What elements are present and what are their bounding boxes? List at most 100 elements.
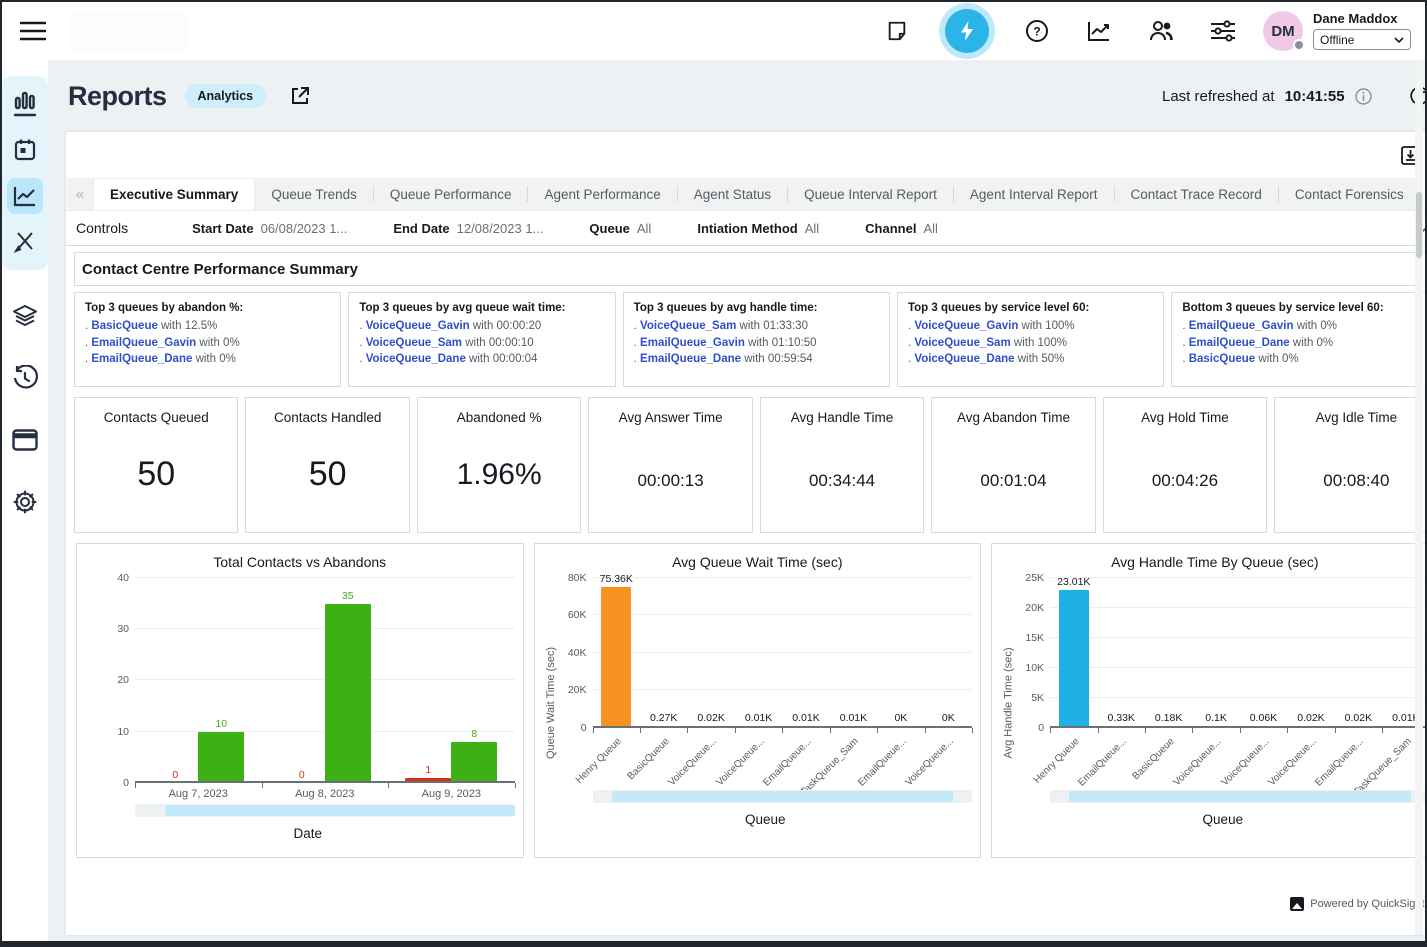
- queue-link[interactable]: VoiceQueue_Sam: [366, 337, 462, 349]
- chart-scrollbar-thumb[interactable]: [1069, 791, 1411, 802]
- queue-link[interactable]: EmailQueue_Dane: [640, 353, 741, 365]
- info-icon[interactable]: [1355, 88, 1372, 105]
- bar-value-label: 0.33K: [1107, 712, 1134, 724]
- x-category-label: EmailQueue...: [856, 736, 909, 789]
- control-label: Channel: [865, 221, 916, 236]
- status-select[interactable]: Offline: [1313, 29, 1411, 50]
- tab-agent-interval-report[interactable]: Agent Interval Report: [954, 178, 1114, 210]
- queue-link[interactable]: VoiceQueue_Gavin: [366, 320, 470, 332]
- svg-text:?: ?: [1033, 25, 1040, 39]
- tab-contact-trace-record[interactable]: Contact Trace Record: [1115, 178, 1278, 210]
- queue-link[interactable]: VoiceQueue_Sam: [914, 337, 1010, 349]
- bar[interactable]: [1059, 590, 1089, 728]
- x-category-label: VoiceQueue...: [904, 736, 956, 788]
- kpi-value: 50: [137, 455, 175, 494]
- sidebar-item-routing-pen-icon[interactable]: [7, 224, 43, 260]
- chart-horizontal-scrollbar[interactable]: [1050, 790, 1427, 803]
- hamburger-menu-icon[interactable]: [18, 16, 48, 46]
- status-value: Offline: [1320, 33, 1354, 47]
- summary-card-item: . VoiceQueue_Sam with 00:00:10: [359, 337, 604, 349]
- tabs-scroll-left-icon[interactable]: «: [67, 178, 93, 210]
- vertical-scrollbar[interactable]: [1415, 62, 1423, 935]
- queue-link[interactable]: EmailQueue_Gavin: [91, 337, 196, 349]
- help-icon[interactable]: ?: [1023, 17, 1051, 45]
- control-value: 06/08/2023 1...: [261, 221, 348, 236]
- queue-link[interactable]: VoiceQueue_Gavin: [914, 320, 1018, 332]
- y-tick-label: 15K: [1025, 632, 1044, 644]
- queue-link[interactable]: VoiceQueue_Dane: [914, 353, 1014, 365]
- y-tick-label: 80K: [568, 572, 587, 584]
- x-category-label: VoiceQueue...: [1219, 736, 1271, 788]
- sidebar-icon-group: [2, 76, 48, 270]
- tab-queue-interval-report[interactable]: Queue Interval Report: [788, 178, 953, 210]
- bar-value-label: 0.02K: [697, 712, 724, 724]
- sidebar-item-metrics-bar-chart-icon[interactable]: [7, 86, 43, 122]
- kpi-label: Contacts Queued: [104, 410, 209, 425]
- sidebar-item-layers-icon[interactable]: [7, 298, 43, 334]
- control-channel[interactable]: ChannelAll: [865, 221, 938, 236]
- performance-chart-icon[interactable]: [1085, 17, 1113, 45]
- queue-link[interactable]: EmailQueue_Gavin: [1189, 320, 1294, 332]
- control-start-date[interactable]: Start Date06/08/2023 1...: [192, 221, 347, 236]
- charts-row: Total Contacts vs Abandons01020304001003…: [76, 543, 1427, 858]
- queue-link[interactable]: VoiceQueue_Sam: [640, 320, 736, 332]
- status-dot: [1293, 39, 1305, 51]
- chart-scrollbar-thumb[interactable]: [612, 791, 954, 802]
- tab-executive-summary[interactable]: Executive Summary: [93, 178, 255, 210]
- sidebar-item-window-icon[interactable]: [7, 422, 43, 458]
- vertical-scrollbar-thumb[interactable]: [1416, 192, 1422, 258]
- y-tick-label: 10: [117, 726, 129, 738]
- tab-queue-performance[interactable]: Queue Performance: [374, 178, 528, 210]
- sidebar-item-history-icon[interactable]: [7, 360, 43, 396]
- bar-slot: 18: [388, 578, 515, 783]
- queue-link[interactable]: EmailQueue_Gavin: [640, 337, 745, 349]
- x-category-label: Aug 9, 2023: [388, 783, 515, 800]
- agents-icon[interactable]: [1147, 17, 1175, 45]
- avatar[interactable]: DM: [1263, 11, 1303, 51]
- x-category-label: BasicQueue: [625, 736, 671, 782]
- analytics-badge[interactable]: Analytics: [185, 84, 267, 108]
- sidebar-item-calendar-icon[interactable]: [7, 132, 43, 168]
- control-label: Queue: [589, 221, 629, 236]
- bar[interactable]: [325, 604, 371, 783]
- sidebar-item-settings-gear-icon[interactable]: [7, 484, 43, 520]
- queue-link[interactable]: EmailQueue_Dane: [91, 353, 192, 365]
- bar[interactable]: [451, 742, 497, 783]
- x-category-label: Aug 8, 2023: [262, 783, 389, 800]
- x-category-label: VoiceQueue...: [714, 736, 766, 788]
- control-queue[interactable]: QueueAll: [589, 221, 651, 236]
- control-value: 12/08/2023 1...: [457, 221, 544, 236]
- bar[interactable]: [198, 732, 244, 783]
- page-title: Reports: [68, 81, 167, 112]
- kpi-label: Abandoned %: [457, 410, 542, 425]
- control-end-date[interactable]: End Date12/08/2023 1...: [393, 221, 543, 236]
- chart-horizontal-scrollbar[interactable]: [593, 790, 973, 803]
- tab-queue-trends[interactable]: Queue Trends: [255, 178, 373, 210]
- notes-icon[interactable]: [883, 17, 911, 45]
- tab-contact-forensics[interactable]: Contact Forensics: [1279, 178, 1420, 210]
- summary-card: Bottom 3 queues by service level 60:. Em…: [1171, 292, 1427, 387]
- preferences-sliders-icon[interactable]: [1209, 17, 1237, 45]
- open-external-icon[interactable]: [286, 82, 314, 110]
- tab-agent-performance[interactable]: Agent Performance: [528, 178, 676, 210]
- summary-card-item: . EmailQueue_Gavin with 0%: [1182, 320, 1427, 332]
- queue-link[interactable]: EmailQueue_Dane: [1189, 337, 1290, 349]
- queue-link[interactable]: BasicQueue: [1189, 353, 1255, 365]
- chart-avg-queue-wait-time-sec-: Avg Queue Wait Time (sec)Queue Wait Time…: [534, 543, 982, 858]
- summary-card-item: . VoiceQueue_Dane with 50%: [908, 353, 1153, 365]
- sidebar-item-analytics-line-chart-icon[interactable]: [7, 178, 43, 214]
- bar[interactable]: [601, 587, 631, 728]
- queue-link[interactable]: BasicQueue: [91, 320, 157, 332]
- powered-by-text: Powered by QuickSight: [1310, 898, 1424, 910]
- bar-slot: 0.06K: [1240, 578, 1287, 728]
- control-intiation-method[interactable]: Intiation MethodAll: [697, 221, 819, 236]
- chart-horizontal-scrollbar[interactable]: [135, 804, 515, 817]
- kpi-label: Avg Hold Time: [1141, 410, 1229, 425]
- kpi-card-abandoned-%: Abandoned %1.96%: [417, 397, 581, 533]
- tab-agent-status[interactable]: Agent Status: [678, 178, 787, 210]
- chart-scrollbar-thumb[interactable]: [165, 805, 514, 816]
- tasks-bolt-icon[interactable]: [945, 9, 989, 53]
- queue-link[interactable]: VoiceQueue_Dane: [366, 353, 466, 365]
- report-panel: «Executive SummaryQueue TrendsQueue Perf…: [66, 132, 1427, 935]
- y-tick-label: 30: [117, 623, 129, 635]
